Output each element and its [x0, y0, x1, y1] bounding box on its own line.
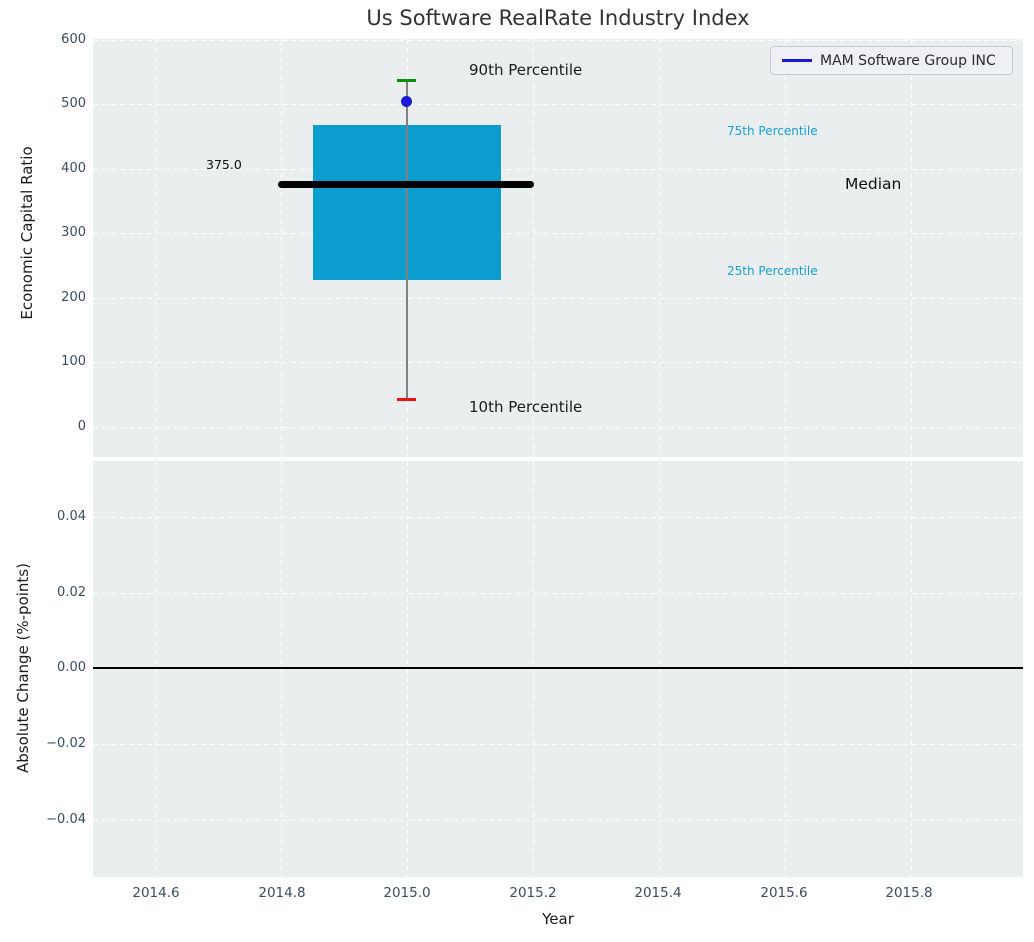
- gridline-horizontal: [93, 593, 1023, 594]
- gridline-horizontal: [93, 517, 1023, 518]
- legend-line-icon: [782, 59, 812, 62]
- gridline-vertical: [911, 461, 912, 877]
- ytick-top: 0: [77, 419, 86, 434]
- legend: MAM Software Group INC: [770, 46, 1013, 75]
- chart-title: Us Software RealRate Industry Index: [366, 6, 750, 30]
- gridline-vertical: [155, 39, 156, 457]
- gridline-vertical: [911, 39, 912, 457]
- gridline-horizontal: [93, 427, 1023, 428]
- ytick-top: 500: [61, 96, 86, 111]
- ytick-bottom: 0.04: [57, 509, 86, 524]
- median-value-label: 375.0: [206, 157, 242, 172]
- gridline-horizontal: [93, 104, 1023, 105]
- gridline-horizontal: [93, 820, 1023, 821]
- gridline-vertical: [155, 461, 156, 877]
- y-axis-label-bottom: Absolute Change (%-points): [14, 563, 32, 773]
- annotation-75th-percentile: 75th Percentile: [727, 124, 818, 138]
- gridline-vertical: [785, 461, 786, 877]
- annotation-25th-percentile: 25th Percentile: [727, 264, 818, 278]
- company-marker: [401, 96, 412, 107]
- bottom-plot-area: [93, 461, 1023, 877]
- x-axis-label: Year: [542, 910, 574, 928]
- xtick: 2015.0: [383, 885, 431, 901]
- ytick-bottom: 0.02: [57, 585, 86, 600]
- gridline-horizontal: [93, 233, 1023, 234]
- gridline-vertical: [659, 461, 660, 877]
- xtick: 2014.6: [132, 885, 180, 901]
- ytick-top: 200: [61, 290, 86, 305]
- zero-line: [93, 667, 1023, 669]
- xtick: 2015.2: [509, 885, 557, 901]
- annotation-median: Median: [845, 175, 902, 193]
- gridline-vertical: [785, 39, 786, 457]
- xtick: 2015.8: [885, 885, 933, 901]
- gridline-vertical: [407, 461, 408, 877]
- median-line: [278, 181, 534, 188]
- ytick-bottom: −0.02: [46, 736, 86, 751]
- cap-10th-percentile: [397, 398, 416, 401]
- annotation-90th-percentile: 90th Percentile: [469, 61, 583, 79]
- gridline-vertical: [533, 39, 534, 457]
- ytick-bottom: 0.00: [57, 660, 86, 675]
- gridline-vertical: [659, 39, 660, 457]
- gridline-vertical: [281, 39, 282, 457]
- gridline-horizontal: [93, 744, 1023, 745]
- gridline-horizontal: [93, 298, 1023, 299]
- top-plot-area: 375.0 90th Percentile 75th Percentile Me…: [93, 39, 1023, 457]
- xtick: 2015.6: [760, 885, 808, 901]
- xtick: 2014.8: [258, 885, 306, 901]
- xtick: 2015.4: [634, 885, 682, 901]
- gridline-horizontal: [93, 40, 1023, 41]
- whisker-line: [406, 80, 408, 400]
- cap-90th-percentile: [397, 79, 416, 82]
- legend-label: MAM Software Group INC: [820, 52, 996, 69]
- gridline-horizontal: [93, 362, 1023, 363]
- gridline-vertical: [281, 461, 282, 877]
- ytick-bottom: −0.04: [46, 812, 86, 827]
- ytick-top: 100: [61, 354, 86, 369]
- ytick-top: 400: [61, 161, 86, 176]
- annotation-10th-percentile: 10th Percentile: [469, 398, 583, 416]
- ytick-top: 300: [61, 225, 86, 240]
- y-axis-label-top: Economic Capital Ratio: [18, 146, 36, 320]
- ytick-top: 600: [61, 32, 86, 47]
- figure-canvas: Us Software RealRate Industry Index 375.…: [0, 0, 1034, 942]
- gridline-vertical: [533, 461, 534, 877]
